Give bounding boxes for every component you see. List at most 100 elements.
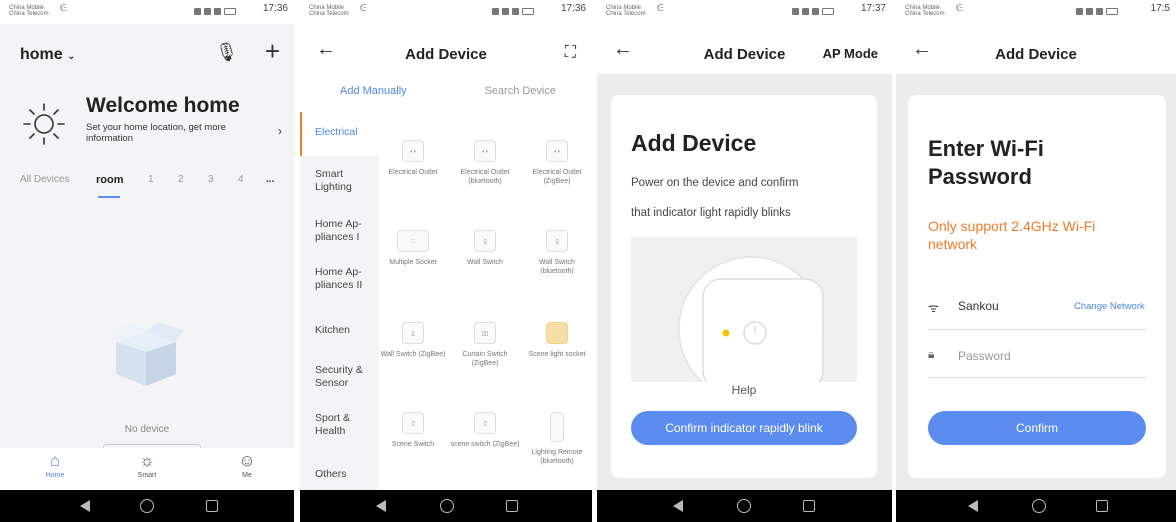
usb-icon: ᕮ bbox=[956, 3, 963, 13]
scan-icon[interactable]: ⛶ bbox=[565, 44, 576, 62]
phone-ap-mode-screen: China Mobile China Telecom ᕮ 17:37 ← Add… bbox=[597, 0, 892, 522]
bulb-icon bbox=[546, 322, 568, 344]
divider bbox=[928, 377, 1146, 378]
card-heading: Enter Wi-Fi Password bbox=[928, 136, 1044, 189]
category-smart-lighting[interactable]: Smart Lighting bbox=[300, 168, 370, 194]
instruction-card: Add Device Power on the device and confi… bbox=[611, 95, 877, 478]
tab-room[interactable]: room bbox=[96, 174, 124, 186]
recents-nav-icon[interactable] bbox=[506, 500, 518, 512]
tab-room-1[interactable]: 1 bbox=[148, 174, 154, 185]
outlet-icon: ◖◗ bbox=[402, 140, 424, 162]
empty-box-icon bbox=[108, 322, 184, 386]
device-multiple-socket[interactable]: ::: Multiple Socket bbox=[378, 230, 448, 267]
divider bbox=[928, 329, 1146, 330]
tab-all-devices[interactable]: All Devices bbox=[20, 174, 69, 185]
page-title: Add Device bbox=[405, 46, 487, 63]
tab-home[interactable]: ⌂ Home bbox=[30, 450, 80, 479]
tab-room-2[interactable]: 2 bbox=[178, 174, 184, 185]
wifi-ssid: Sankou bbox=[958, 299, 999, 313]
usb-icon: ᕮ bbox=[360, 3, 367, 13]
add-mode-tabs: Add Manually Search Device bbox=[300, 74, 592, 108]
phone-add-device-screen: China Mobile China Telecom ᕮ 17:36 ← Add… bbox=[300, 0, 592, 522]
instruction-line-1: Power on the device and confirm bbox=[631, 177, 799, 189]
tab-room-4[interactable]: 4 bbox=[238, 174, 244, 185]
usb-icon: ᕮ bbox=[60, 3, 67, 13]
wifi-card: Enter Wi-Fi Password Only support 2.4GHz… bbox=[908, 95, 1166, 478]
category-home-appliances-1[interactable]: Home Ap- pliances I bbox=[300, 218, 370, 244]
device-electrical-outlet-zigbee[interactable]: ◖◗ Electrical Outlet (ZigBee) bbox=[522, 140, 592, 186]
bottom-tab-bar: ⌂ Home ☼ Smart ☺ Me bbox=[0, 448, 294, 490]
confirm-button[interactable]: Confirm bbox=[928, 411, 1146, 445]
status-bar: China Mobile China Telecom ᕮ 17:36 bbox=[0, 0, 294, 24]
recents-nav-icon[interactable] bbox=[206, 500, 218, 512]
tab-me[interactable]: ☺ Me bbox=[222, 450, 272, 479]
tab-smart[interactable]: ☼ Smart bbox=[122, 450, 172, 479]
header: ← Add Device AP Mode bbox=[597, 24, 892, 74]
signal-icon bbox=[1076, 8, 1130, 16]
password-input[interactable]: Password bbox=[958, 349, 1011, 363]
home-nav-icon[interactable] bbox=[737, 499, 751, 513]
tab-add-manually[interactable]: Add Manually bbox=[340, 85, 407, 97]
phone-home-screen: China Mobile China Telecom ᕮ 17:36 home … bbox=[0, 0, 294, 522]
home-header: home ⌄ 🎙 + bbox=[0, 24, 294, 74]
device-lighting-remote-bluetooth[interactable]: Lighting Remote (bluetooth) bbox=[522, 412, 592, 466]
carrier-label: China Telecom bbox=[9, 11, 49, 17]
help-link[interactable]: Help bbox=[611, 383, 877, 397]
outlet-icon: ◖◗ bbox=[474, 140, 496, 162]
wifi-icon: ᯤ bbox=[928, 301, 939, 315]
recents-nav-icon[interactable] bbox=[1096, 500, 1108, 512]
welcome-title: Welcome home bbox=[86, 94, 240, 117]
microphone-icon[interactable]: 🎙 bbox=[215, 42, 238, 63]
device-scene-switch[interactable]: ▯ Scene Switch bbox=[378, 412, 448, 449]
scene-switch-icon: ▯ bbox=[402, 412, 424, 434]
signal-icon bbox=[492, 8, 546, 16]
home-nav-icon[interactable] bbox=[140, 499, 154, 513]
no-device-label: No device bbox=[124, 424, 170, 435]
category-others[interactable]: Others bbox=[300, 468, 379, 481]
device-electrical-outlet[interactable]: ◖◗ Electrical Outlet bbox=[378, 140, 448, 177]
device-wall-switch-zigbee[interactable]: ▯ Wall Switch (ZigBee) bbox=[378, 322, 448, 359]
device-electrical-outlet-bluetooth[interactable]: ◖◗ Electrical Outlet (bluetooth) bbox=[450, 140, 520, 186]
back-nav-icon[interactable] bbox=[376, 500, 386, 512]
welcome-subtitle[interactable]: Set your home location, get more informa… bbox=[86, 122, 256, 144]
tab-search-device[interactable]: Search Device bbox=[484, 85, 556, 97]
socket-strip-icon: ::: bbox=[397, 230, 429, 252]
confirm-blink-button[interactable]: Confirm indicator rapidly blink bbox=[631, 411, 857, 445]
category-home-appliances-2[interactable]: Home Ap- pliances II bbox=[300, 266, 370, 292]
back-nav-icon[interactable] bbox=[968, 500, 978, 512]
add-icon[interactable]: + bbox=[265, 36, 280, 67]
category-electrical[interactable]: Electrical bbox=[300, 112, 379, 156]
device-wall-switch-bluetooth[interactable]: ▯ Wall Switch (bluetooth) bbox=[522, 230, 592, 276]
category-sport-health[interactable]: Sport & Health bbox=[300, 412, 366, 438]
device-curtain-switch-zigbee[interactable]: ▯▯ Curtain Switch (ZigBee) bbox=[450, 322, 520, 368]
remote-icon bbox=[550, 412, 564, 442]
home-selector[interactable]: home ⌄ bbox=[20, 46, 76, 64]
category-kitchen[interactable]: Kitchen bbox=[300, 324, 379, 337]
carrier-label: China Telecom bbox=[309, 11, 349, 17]
home-nav-icon[interactable] bbox=[440, 499, 454, 513]
signal-icon bbox=[792, 8, 846, 16]
back-nav-icon[interactable] bbox=[673, 500, 683, 512]
home-nav-icon[interactable] bbox=[1032, 499, 1046, 513]
back-nav-icon[interactable] bbox=[80, 500, 90, 512]
signal-icon bbox=[194, 8, 248, 16]
sun-icon bbox=[23, 103, 65, 145]
recents-nav-icon[interactable] bbox=[803, 500, 815, 512]
change-network-link[interactable]: Change Network bbox=[1074, 301, 1145, 312]
card-heading: Add Device bbox=[631, 130, 757, 156]
device-indicator-illustration bbox=[631, 237, 857, 382]
active-tab-indicator bbox=[98, 196, 120, 198]
chevron-right-icon[interactable]: › bbox=[278, 124, 282, 138]
device-scene-light-socket[interactable]: Scene light socket bbox=[522, 322, 592, 359]
category-sidebar: Electrical Smart Lighting Home Ap- plian… bbox=[300, 112, 379, 490]
instruction-line-2: that indicator light rapidly blinks bbox=[631, 207, 791, 219]
device-wall-switch[interactable]: ▯ Wall Switch bbox=[450, 230, 520, 267]
device-scene-switch-zigbee[interactable]: ▯ scene switch (ZigBee) bbox=[450, 412, 520, 449]
sun-icon: ☼ bbox=[139, 451, 155, 470]
outlet-icon: ◖◗ bbox=[546, 140, 568, 162]
more-icon[interactable]: ... bbox=[266, 174, 274, 185]
ap-mode-button[interactable]: AP Mode bbox=[823, 46, 878, 61]
category-security-sensor[interactable]: Security & Sensor bbox=[300, 364, 372, 390]
wall-switch-icon: ▯ bbox=[402, 322, 424, 344]
tab-room-3[interactable]: 3 bbox=[208, 174, 214, 185]
